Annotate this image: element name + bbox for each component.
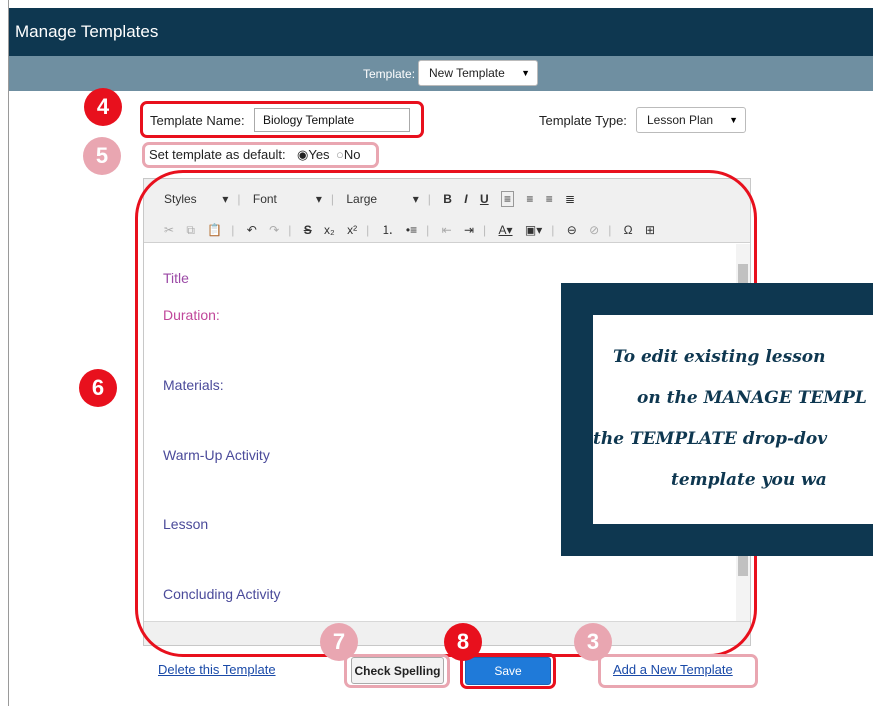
- template-type-dropdown[interactable]: Lesson Plan ▼: [636, 107, 746, 133]
- no-label: No: [343, 147, 361, 162]
- template-label: Template:: [363, 67, 416, 81]
- step-badge-4: 4: [84, 88, 122, 126]
- template-name-input[interactable]: Biology Template: [254, 108, 410, 132]
- template-dropdown[interactable]: New Template ▼: [418, 60, 538, 86]
- radio-checked-icon: ◉: [297, 147, 309, 162]
- template-selector-bar: Template: New Template ▼: [9, 56, 873, 91]
- delete-template-link[interactable]: Delete this Template: [158, 662, 276, 677]
- template-type-value: Lesson Plan: [647, 113, 714, 127]
- step-badge-8: 8: [444, 623, 482, 661]
- chevron-down-icon: ▼: [729, 115, 738, 125]
- page-title: Manage Templates: [15, 22, 159, 41]
- callout-panel: To edit existing lesson on the MANAGE TE…: [593, 315, 873, 524]
- step-badge-5: 5: [83, 137, 121, 175]
- chevron-down-icon: ▼: [521, 68, 530, 78]
- callout-line-2: on the MANAGE TEMPL: [637, 388, 867, 408]
- step-badge-3: 3: [574, 623, 612, 661]
- template-type-label: Template Type:: [539, 113, 627, 128]
- default-label: Set template as default:: [149, 147, 286, 162]
- default-no-radio[interactable]: ○No: [336, 147, 360, 162]
- step-badge-6: 6: [79, 369, 117, 407]
- yes-label: Yes: [308, 147, 330, 162]
- default-yes-radio[interactable]: ◉Yes: [297, 147, 330, 163]
- add-template-link[interactable]: Add a New Template: [613, 662, 733, 677]
- instruction-callout: To edit existing lesson on the MANAGE TE…: [561, 283, 873, 556]
- window-left-border: [0, 0, 9, 706]
- template-dropdown-value: New Template: [429, 66, 505, 80]
- save-button[interactable]: Save: [465, 657, 551, 685]
- radio-unchecked-icon: ○: [336, 147, 344, 162]
- callout-line-4: template you wa: [671, 470, 827, 490]
- check-spelling-button[interactable]: Check Spelling: [351, 657, 444, 684]
- title-bar: Manage Templates: [9, 8, 873, 56]
- callout-line-3: the TEMPLATE drop-dov: [593, 429, 828, 449]
- template-name-label: Template Name:: [150, 113, 245, 128]
- callout-text: To edit existing lesson on the MANAGE TE…: [561, 337, 873, 501]
- step-badge-7: 7: [320, 623, 358, 661]
- callout-line-1: To edit existing lesson: [613, 347, 826, 367]
